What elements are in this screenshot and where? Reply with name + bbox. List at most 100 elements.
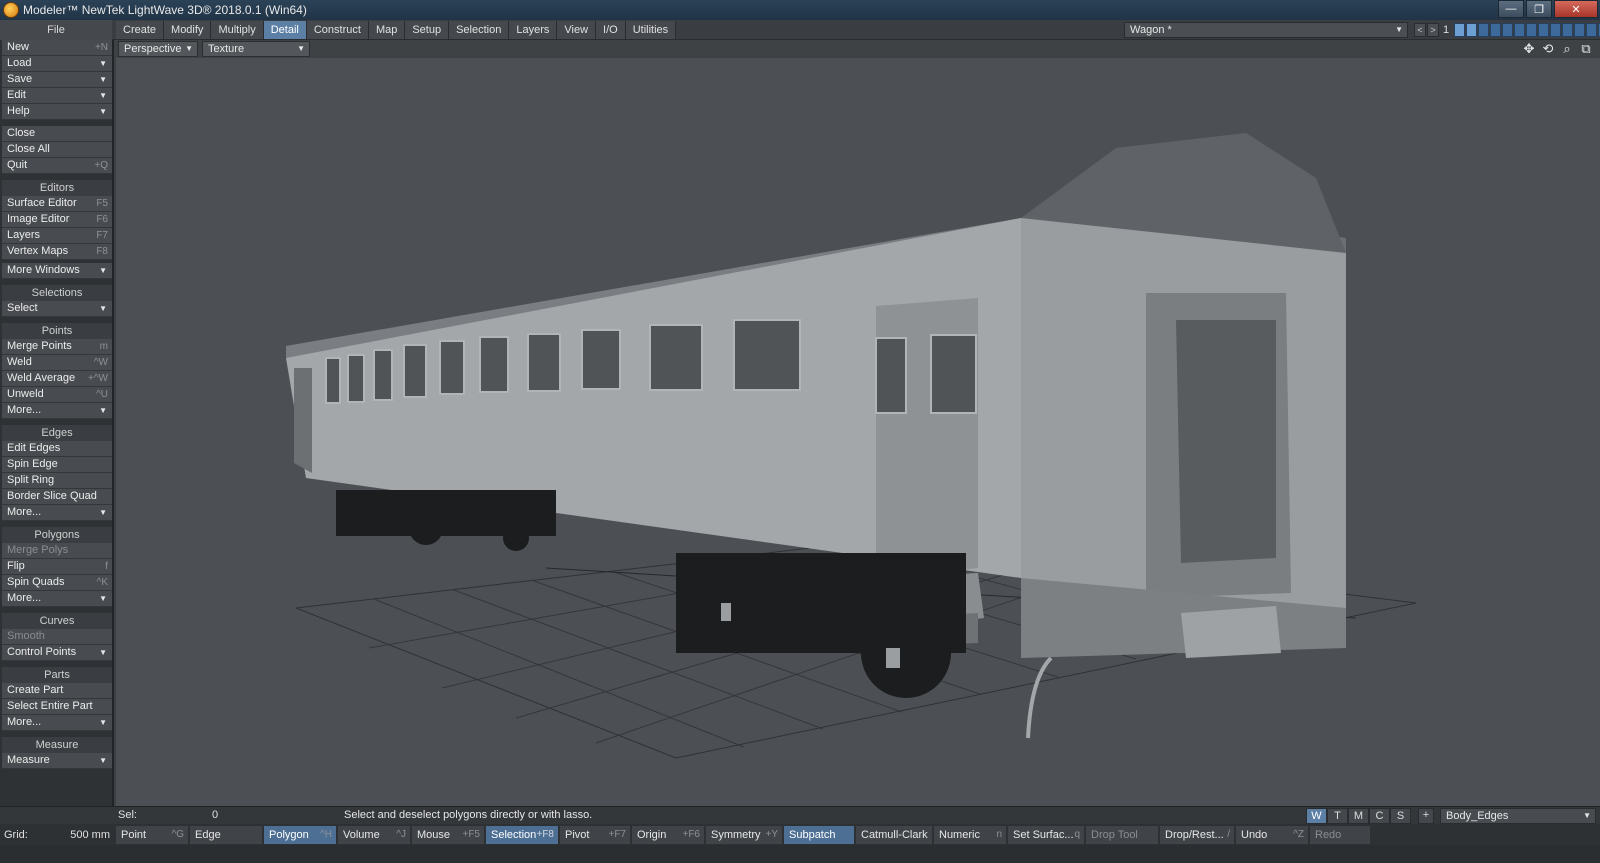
smooth-button[interactable]: Smooth: [2, 629, 112, 645]
parts-more-button[interactable]: More... ▼: [2, 715, 112, 731]
drop-restore-button[interactable]: Drop/Rest... /: [1160, 825, 1234, 844]
spin-quads-button[interactable]: Spin Quads ^K: [2, 575, 112, 591]
tab-layers[interactable]: Layers: [509, 21, 558, 39]
t-button[interactable]: T: [1327, 808, 1348, 824]
c-button[interactable]: C: [1369, 808, 1390, 824]
layer-cell[interactable]: [1478, 23, 1489, 37]
layer-cell[interactable]: [1586, 23, 1597, 37]
flip-button[interactable]: Flip f: [2, 559, 112, 575]
tab-construct[interactable]: Construct: [306, 21, 369, 39]
pivot-action-button[interactable]: Pivot +F7: [560, 825, 630, 844]
create-part-button[interactable]: Create Part: [2, 683, 112, 699]
surface-select[interactable]: Body_Edges ▼: [1440, 808, 1596, 824]
layer-next-button[interactable]: >: [1427, 23, 1439, 37]
redo-button[interactable]: Redo: [1310, 825, 1370, 844]
tab-modify[interactable]: Modify: [164, 21, 212, 39]
polygon-mode-button[interactable]: Polygon ^H: [264, 825, 336, 844]
unweld-button[interactable]: Unweld ^U: [2, 387, 112, 403]
edit-button[interactable]: Edit ▼: [2, 88, 112, 104]
edit-edges-button[interactable]: Edit Edges: [2, 441, 112, 457]
close-button[interactable]: ✕: [1554, 0, 1598, 18]
point-mode-button[interactable]: Point ^G: [116, 825, 188, 844]
view-mode-label: Perspective: [124, 43, 182, 55]
minimize-button[interactable]: —: [1498, 0, 1524, 18]
quit-button[interactable]: Quit +Q: [2, 158, 112, 174]
save-button[interactable]: Save ▼: [2, 72, 112, 88]
merge-polys-button[interactable]: Merge Polys: [2, 543, 112, 559]
tab-detail[interactable]: Detail: [263, 21, 307, 39]
spin-edge-button[interactable]: Spin Edge: [2, 457, 112, 473]
symmetry-button[interactable]: Symmetry +Y: [706, 825, 782, 844]
maximize-button[interactable]: ❐: [1526, 0, 1552, 18]
tab-selection[interactable]: Selection: [449, 21, 510, 39]
catmull-clark-button[interactable]: Catmull-Clark: [856, 825, 932, 844]
undo-button[interactable]: Undo ^Z: [1236, 825, 1308, 844]
control-points-button[interactable]: Control Points ▼: [2, 645, 112, 661]
s-button[interactable]: S: [1390, 808, 1411, 824]
select-dropdown[interactable]: Select ▼: [2, 301, 112, 317]
tab-create[interactable]: Create: [116, 21, 165, 39]
layer-cell[interactable]: [1454, 23, 1465, 37]
select-entire-part-button[interactable]: Select Entire Part: [2, 699, 112, 715]
help-button[interactable]: Help ▼: [2, 104, 112, 120]
label: Polygon: [269, 828, 309, 841]
object-select[interactable]: Wagon * ▼: [1124, 22, 1408, 38]
measure-dropdown[interactable]: Measure ▼: [2, 753, 112, 769]
points-more-button[interactable]: More... ▼: [2, 403, 112, 419]
split-ring-button[interactable]: Split Ring: [2, 473, 112, 489]
layer-cell[interactable]: [1490, 23, 1501, 37]
tab-view[interactable]: View: [557, 21, 597, 39]
surface-editor-button[interactable]: Surface Editor F5: [2, 196, 112, 212]
render-mode-select[interactable]: Texture ▼: [202, 41, 310, 57]
image-editor-button[interactable]: Image Editor F6: [2, 212, 112, 228]
more-windows-button[interactable]: More Windows ▼: [2, 263, 112, 279]
add-button[interactable]: +: [1418, 808, 1434, 824]
close-object-button[interactable]: Close: [2, 126, 112, 142]
border-slice-quad-button[interactable]: Border Slice Quad: [2, 489, 112, 505]
layer-cell[interactable]: [1466, 23, 1477, 37]
edges-more-button[interactable]: More... ▼: [2, 505, 112, 521]
drop-tool-button[interactable]: Drop Tool: [1086, 825, 1158, 844]
mouse-action-button[interactable]: Mouse +F5: [412, 825, 484, 844]
layer-cell[interactable]: [1514, 23, 1525, 37]
rotate-icon[interactable]: ⟲: [1540, 41, 1556, 57]
selection-action-button[interactable]: Selection +F8: [486, 825, 558, 844]
layers-button[interactable]: Layers F7: [2, 228, 112, 244]
layer-cell[interactable]: [1502, 23, 1513, 37]
load-button[interactable]: Load ▼: [2, 56, 112, 72]
merge-points-button[interactable]: Merge Points m: [2, 339, 112, 355]
maximize-viewport-icon[interactable]: ⧉: [1578, 41, 1594, 57]
new-button[interactable]: New +N: [2, 40, 112, 56]
m-button[interactable]: M: [1348, 808, 1369, 824]
tab-multiply[interactable]: Multiply: [211, 21, 264, 39]
numeric-button[interactable]: Numeric n: [934, 825, 1006, 844]
layer-cell[interactable]: [1526, 23, 1537, 37]
layer-cell[interactable]: [1538, 23, 1549, 37]
weld-average-button[interactable]: Weld Average +^W: [2, 371, 112, 387]
layer-cell[interactable]: [1550, 23, 1561, 37]
tab-io[interactable]: I/O: [596, 21, 626, 39]
origin-action-button[interactable]: Origin +F6: [632, 825, 704, 844]
layer-cell[interactable]: [1562, 23, 1573, 37]
shortcut: ^K: [96, 577, 108, 588]
layer-cell[interactable]: [1574, 23, 1585, 37]
layer-prev-button[interactable]: <: [1414, 23, 1426, 37]
lightwave-app-icon[interactable]: [3, 2, 19, 18]
polygons-more-button[interactable]: More... ▼: [2, 591, 112, 607]
tab-map[interactable]: Map: [368, 21, 406, 39]
pan-icon[interactable]: ✥: [1521, 41, 1537, 57]
vertex-maps-button[interactable]: Vertex Maps F8: [2, 244, 112, 260]
chevron-down-icon: ▼: [99, 756, 107, 765]
subpatch-button[interactable]: Subpatch: [784, 825, 854, 844]
tab-setup[interactable]: Setup: [405, 21, 450, 39]
perspective-viewport[interactable]: Perspective ▼ Texture ▼ ✥ ⟲ ⌕ ⧉: [116, 40, 1600, 806]
w-button[interactable]: W: [1306, 808, 1327, 824]
weld-button[interactable]: Weld ^W: [2, 355, 112, 371]
view-mode-select[interactable]: Perspective ▼: [118, 41, 198, 57]
close-all-button[interactable]: Close All: [2, 142, 112, 158]
edge-mode-button[interactable]: Edge: [190, 825, 262, 844]
set-surface-button[interactable]: Set Surfac... q: [1008, 825, 1084, 844]
tab-utilities[interactable]: Utilities: [625, 21, 677, 39]
volume-mode-button[interactable]: Volume ^J: [338, 825, 410, 844]
zoom-icon[interactable]: ⌕: [1559, 41, 1575, 57]
